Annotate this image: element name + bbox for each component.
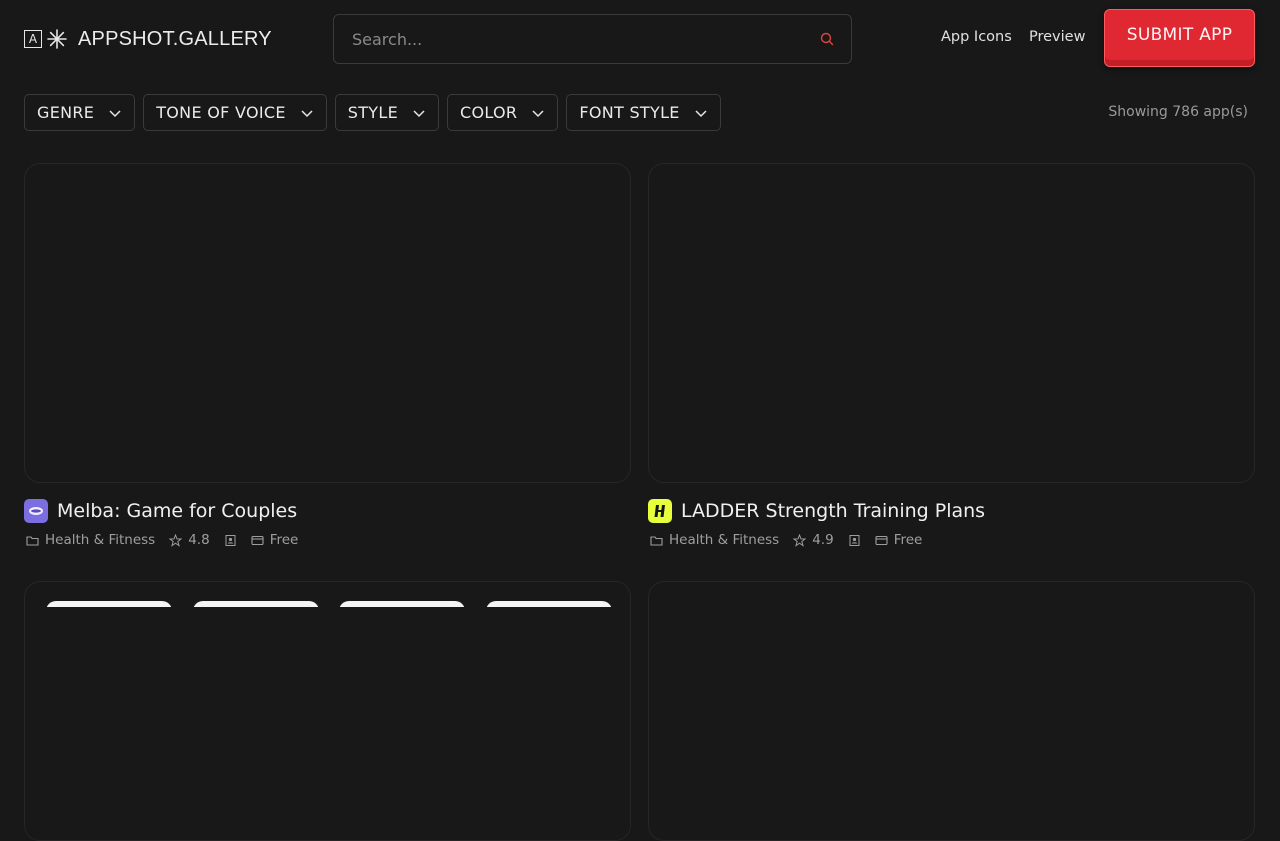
lips-icon: [29, 507, 43, 515]
filter-label: TONE OF VOICE: [156, 103, 286, 122]
submit-app-button[interactable]: SUBMIT APP: [1104, 9, 1255, 67]
app-title[interactable]: Melba: Game for Couples: [57, 500, 297, 522]
search-input[interactable]: [350, 28, 819, 50]
app-preview[interactable]: [24, 581, 631, 841]
filter-label: COLOR: [460, 103, 518, 122]
chevron-down-icon: [695, 109, 707, 117]
app-genre: Health & Fitness: [669, 532, 780, 548]
logo-text: APPSHOT.GALLERY: [78, 27, 272, 50]
app-price: Free: [893, 532, 923, 548]
app-card[interactable]: Melba: Game for Couples Health & Fitness…: [24, 163, 631, 548]
preview-overlay: [25, 607, 630, 840]
chevron-down-icon: [532, 109, 544, 117]
filter-font-style[interactable]: FONT STYLE: [566, 94, 721, 131]
app-rating: 4.9: [812, 532, 834, 548]
app-card[interactable]: [24, 581, 631, 841]
user-badge-icon: [225, 534, 236, 546]
chevron-down-icon: [109, 109, 121, 117]
filter-color[interactable]: COLOR: [447, 94, 559, 131]
filter-label: STYLE: [347, 103, 399, 122]
filter-style[interactable]: STYLE: [334, 94, 440, 131]
app-title[interactable]: LADDER Strength Training Plans: [681, 500, 985, 522]
card-icon: [251, 535, 264, 545]
folder-icon: [26, 535, 39, 546]
results-count: Showing 786 app(s): [1108, 104, 1248, 120]
app-preview[interactable]: [648, 163, 1255, 483]
search-box[interactable]: [333, 14, 852, 64]
filter-genre[interactable]: GENRE: [24, 94, 136, 131]
filter-label: GENRE: [37, 103, 95, 122]
app-price: Free: [269, 532, 299, 548]
search-icon[interactable]: [819, 31, 835, 47]
chevron-down-icon: [301, 109, 313, 117]
app-rating: 4.8: [188, 532, 210, 548]
app-card[interactable]: LADDER Strength Training Plans Health & …: [648, 163, 1255, 548]
filter-tone-of-voice[interactable]: TONE OF VOICE: [143, 94, 327, 131]
app-icon: [24, 499, 48, 523]
logo[interactable]: A APPSHOT.GALLERY: [24, 27, 272, 51]
folder-icon: [650, 535, 663, 546]
app-preview[interactable]: [24, 163, 631, 483]
nav-preview[interactable]: Preview: [1029, 29, 1085, 45]
chevron-down-icon: [413, 109, 425, 117]
app-icon: [648, 499, 672, 523]
star-icon: [169, 533, 183, 547]
sparkle-icon: [47, 29, 67, 49]
submit-app-label: SUBMIT APP: [1126, 25, 1233, 45]
filter-label: FONT STYLE: [579, 103, 680, 122]
logo-letter: A: [28, 32, 38, 46]
logo-mark-icon: A: [24, 30, 42, 48]
user-badge-icon: [849, 534, 860, 546]
app-genre: Health & Fitness: [45, 532, 156, 548]
ladder-logo-icon: [654, 505, 665, 517]
app-preview[interactable]: [648, 581, 1255, 841]
nav-app-icons[interactable]: App Icons: [941, 29, 1012, 45]
filter-bar: GENRE TONE OF VOICE STYLE COLOR FONT STY…: [24, 94, 721, 131]
app-card[interactable]: [648, 581, 1255, 841]
star-icon: [793, 533, 807, 547]
card-icon: [875, 535, 888, 545]
